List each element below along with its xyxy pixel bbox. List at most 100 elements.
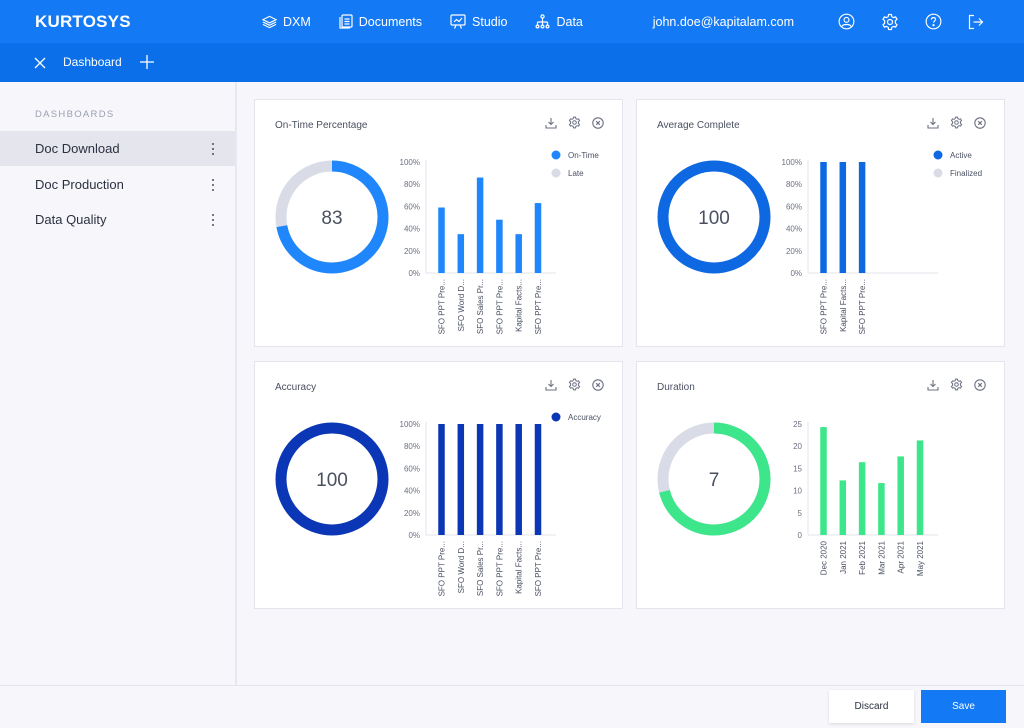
x-tick-label: Mar 2021 <box>877 540 886 574</box>
gear-icon[interactable] <box>881 13 899 31</box>
bar-sfo-ppt-pre[interactable] <box>534 203 542 273</box>
sidebar: DASHBOARDS Doc Download Doc Production D… <box>0 82 237 685</box>
nav-item-studio[interactable]: Studio <box>450 14 507 29</box>
x-tick-label: SFO PPT Pre... <box>820 279 829 334</box>
logout-icon[interactable] <box>968 14 984 30</box>
x-tick-label: May 2021 <box>916 540 925 576</box>
discard-button[interactable]: Discard <box>829 690 914 723</box>
y-tick-label: 0% <box>408 531 420 540</box>
legend-item-late[interactable]: Late <box>551 168 585 179</box>
documents-icon <box>339 14 353 29</box>
bar-jan-2021[interactable] <box>839 480 847 535</box>
presentation-icon <box>450 14 466 29</box>
bar-kapital-facts[interactable] <box>515 234 522 273</box>
top-navigation-bar: KURTOSYS DXM Documents Studio Data john.… <box>0 0 1024 43</box>
y-tick-label: 60% <box>404 202 420 211</box>
user-email[interactable]: john.doe@kapitalam.com <box>653 15 794 29</box>
close-tab-icon[interactable] <box>34 56 46 74</box>
widget-duration: Duration 7 0 5 10 15 20 25 Dec 2020 Jan 2021 Feb 2… <box>636 361 1005 609</box>
more-options-icon[interactable] <box>211 179 215 191</box>
sidebar-item-doc-production[interactable]: Doc Production <box>0 167 235 202</box>
dashboard-grid: On-Time Percentage 83 0% 20% 40% 60% 80% 100% SF… <box>239 82 1024 685</box>
user-icon[interactable] <box>838 13 855 30</box>
sidebar-item-doc-download[interactable]: Doc Download <box>0 131 235 166</box>
legend-label: On-Time <box>568 151 599 160</box>
bar-mar-2021[interactable] <box>878 483 885 535</box>
nav-item-dxm[interactable]: DXM <box>262 15 311 29</box>
legend-item-accuracy[interactable]: Accuracy <box>551 412 601 423</box>
chart-canvas: 100 0% 20% 40% 60% 80% 100% SFO PPT Pre... SFO W… <box>275 412 601 596</box>
legend-label: Late <box>568 169 584 178</box>
bar-sfo-ppt-pre[interactable] <box>496 424 503 535</box>
y-tick-label: 10 <box>793 487 802 496</box>
legend-label: Accuracy <box>568 413 601 422</box>
y-tick-label: 0% <box>790 269 802 278</box>
legend-item-on-time[interactable]: On-Time <box>551 150 600 161</box>
x-tick-label: Feb 2021 <box>858 540 867 574</box>
user-area: john.doe@kapitalam.com <box>653 0 984 43</box>
bar-kapital-facts[interactable] <box>839 162 847 273</box>
legend-swatch <box>933 168 943 178</box>
bar-apr-2021[interactable] <box>897 456 904 535</box>
x-tick-label: Apr 2021 <box>897 540 906 573</box>
sidebar-item-data-quality[interactable]: Data Quality <box>0 202 235 237</box>
widget-accuracy: Accuracy 100 0% 20% 40% 60% 80% 100% SFO PPT Pre… <box>254 361 623 609</box>
main-nav: DXM Documents Studio Data <box>262 0 611 43</box>
legend-item-finalized[interactable]: Finalized <box>933 168 983 179</box>
hierarchy-icon <box>535 14 550 29</box>
bar-sfo-ppt-pre[interactable] <box>820 162 827 273</box>
dashboard-tab-bar: Dashboard <box>0 43 1024 82</box>
logo[interactable]: KURTOSYS <box>35 12 131 32</box>
bar-sfo-ppt-pre[interactable] <box>534 424 542 535</box>
x-tick-label: SFO PPT Pre... <box>534 279 543 334</box>
y-tick-label: 0 <box>798 531 803 540</box>
x-tick-label: SFO PPT Pre... <box>438 541 447 596</box>
y-tick-label: 40% <box>404 487 420 496</box>
legend-swatch <box>551 168 561 178</box>
tab-dashboard[interactable]: Dashboard <box>63 55 122 69</box>
donut-value-label: 100 <box>698 208 730 229</box>
bar-sfo-sales-pr[interactable] <box>476 177 484 273</box>
bar-may-2021[interactable] <box>916 440 924 535</box>
nav-label: DXM <box>283 14 311 29</box>
add-tab-icon[interactable] <box>139 54 155 75</box>
bar-chart: 0% 20% 40% 60% 80% 100% SFO PPT Pre... SFO Word… <box>400 158 556 334</box>
widget-on-time-percentage: On-Time Percentage 83 0% 20% 40% 60% 80% 100% SF… <box>254 99 623 347</box>
bar-sfo-word-d[interactable] <box>457 234 465 273</box>
more-options-icon[interactable] <box>211 143 215 155</box>
y-tick-label: 100% <box>400 420 420 429</box>
sidebar-item-label: Doc Production <box>35 177 124 192</box>
legend-swatch <box>551 150 561 160</box>
bar-sfo-ppt-pre[interactable] <box>438 424 445 535</box>
bar-sfo-ppt-pre[interactable] <box>438 207 445 273</box>
footer-bar: Discard Save <box>0 685 1024 728</box>
y-tick-label: 80% <box>404 442 420 451</box>
bar-sfo-ppt-pre[interactable] <box>496 219 503 273</box>
more-options-icon[interactable] <box>211 214 215 226</box>
bar-kapital-facts[interactable] <box>515 424 522 535</box>
y-tick-label: 5 <box>798 509 803 518</box>
nav-item-data[interactable]: Data <box>535 14 583 29</box>
bar-chart: 0% 20% 40% 60% 80% 100% SFO PPT Pre... Kapital … <box>782 158 938 334</box>
bar-sfo-ppt-pre[interactable] <box>858 162 866 273</box>
donut-chart: 100 <box>657 160 771 274</box>
chart-canvas: 7 0 5 10 15 20 25 Dec 2020 Jan 2021 Feb 2021 Mar 2… <box>657 420 938 576</box>
y-tick-label: 20 <box>793 442 802 451</box>
bar-dec-2020[interactable] <box>820 427 827 535</box>
help-icon[interactable] <box>925 13 942 30</box>
bar-sfo-word-d[interactable] <box>457 424 465 535</box>
save-button[interactable]: Save <box>921 690 1006 723</box>
bar-feb-2021[interactable] <box>858 462 866 535</box>
x-tick-label: SFO Word D... <box>457 541 466 593</box>
y-tick-label: 80% <box>404 180 420 189</box>
sidebar-heading: DASHBOARDS <box>35 109 115 120</box>
x-tick-label: SFO Sales Pr... <box>476 279 485 334</box>
bar-chart: 0 5 10 15 20 25 Dec 2020 Jan 2021 Feb 2021 Mar 20… <box>793 420 938 576</box>
chart-canvas: 83 0% 20% 40% 60% 80% 100% SFO PPT Pre... SFO Wo… <box>275 150 600 334</box>
legend-item-active[interactable]: Active <box>933 150 973 161</box>
x-tick-label: SFO PPT Pre... <box>858 279 867 334</box>
x-tick-label: Dec 2020 <box>820 540 829 575</box>
bar-sfo-sales-pr[interactable] <box>476 424 484 535</box>
donut-value-label: 83 <box>321 208 342 229</box>
nav-item-documents[interactable]: Documents <box>339 14 422 29</box>
